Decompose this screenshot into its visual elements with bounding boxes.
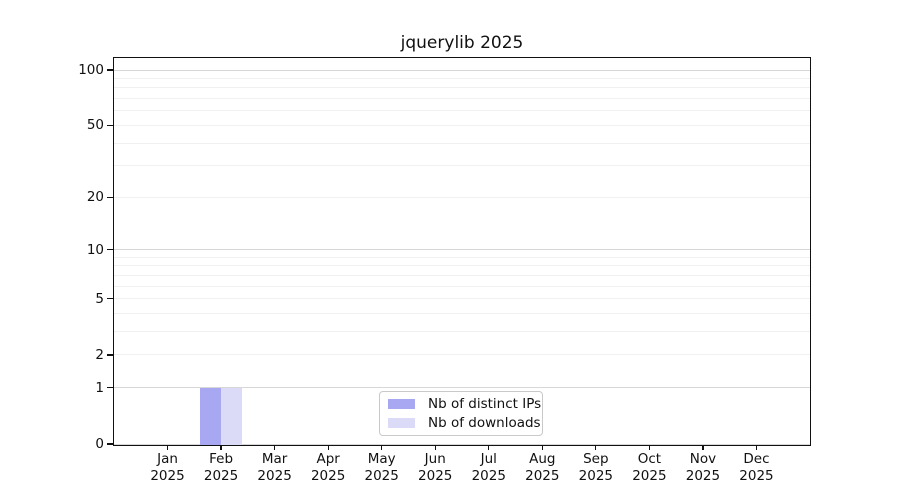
x-tick-label: Apr 2025	[310, 451, 346, 484]
gridline-major	[114, 249, 810, 251]
y-tick-label: 20	[86, 189, 104, 206]
y-tick	[107, 387, 114, 389]
y-tick-label: 2	[95, 346, 104, 363]
x-tick-label: Mar 2025	[257, 451, 292, 484]
legend: Nb of distinct IPs Nb of downloads	[379, 391, 543, 436]
gridline-minor	[114, 124, 810, 126]
x-tick	[327, 445, 329, 450]
chart-figure: jquerylib 2025 0 1 2 5 10 20 50 100 Jan 2025 Feb…	[0, 0, 900, 500]
x-tick-label: Nov 2025	[685, 451, 721, 484]
x-tick-label: Dec 2025	[739, 451, 774, 484]
legend-swatch-nb-of-distinct-ips	[388, 398, 415, 409]
y-tick-label: 10	[86, 241, 104, 258]
gridline-major	[114, 69, 810, 71]
x-tick	[166, 445, 169, 450]
y-tick	[107, 298, 114, 300]
x-tick	[273, 445, 276, 450]
legend-label: Nb of downloads	[428, 415, 541, 432]
x-tick-label: Jun 2025	[418, 451, 453, 484]
gridline-minor	[114, 142, 810, 144]
y-tick	[107, 196, 114, 198]
x-tick	[488, 445, 490, 450]
x-tick	[220, 445, 222, 450]
gridline-minor	[114, 354, 810, 356]
x-tick	[755, 445, 758, 450]
y-tick-label: 5	[95, 290, 104, 307]
gridline-minor	[114, 77, 810, 79]
gridline-minor	[114, 165, 810, 167]
y-tick	[107, 69, 114, 71]
legend-swatch-nb-of-downloads	[388, 418, 415, 429]
gridline-minor	[114, 265, 810, 267]
x-tick-label: Jul 2025	[471, 451, 506, 484]
x-tick	[648, 445, 651, 450]
legend-label: Nb of distinct IPs	[428, 395, 542, 412]
x-tick-label: Sep 2025	[578, 451, 614, 484]
gridline-minor	[114, 298, 810, 300]
y-tick-label: 50	[86, 117, 104, 134]
gridline-minor	[114, 196, 810, 198]
gridline-minor	[114, 98, 810, 100]
gridline-minor	[114, 110, 810, 112]
bar-nb-of-distinct-ips	[199, 387, 222, 445]
x-tick-label: Jan 2025	[150, 451, 185, 484]
y-tick	[107, 354, 114, 356]
gridline-minor	[114, 256, 810, 258]
y-tick	[107, 124, 114, 127]
x-tick-label: Feb 2025	[203, 451, 239, 484]
bar-nb-of-downloads	[221, 387, 243, 445]
x-tick	[595, 445, 597, 450]
x-tick	[702, 445, 704, 450]
gridline-minor	[114, 285, 810, 287]
x-tick-label: May 2025	[364, 451, 399, 484]
plot-area	[114, 58, 810, 445]
gridline-minor	[114, 313, 810, 315]
y-tick-label: 100	[78, 62, 104, 78]
y-tick-label: 0	[95, 436, 104, 452]
gridline-minor	[114, 331, 810, 333]
y-tick	[107, 443, 114, 445]
x-tick	[381, 445, 383, 450]
chart-title: jquerylib 2025	[400, 33, 524, 53]
gridline-minor	[114, 87, 810, 89]
x-tick	[541, 445, 543, 450]
x-tick-label: Aug 2025	[525, 451, 560, 484]
legend-item: Nb of distinct IPs	[380, 394, 542, 414]
y-tick	[107, 249, 114, 251]
legend-item: Nb of downloads	[380, 414, 542, 434]
x-tick	[434, 445, 436, 450]
gridline-minor	[114, 274, 810, 276]
y-tick-label: 1	[95, 379, 104, 396]
x-tick-label: Oct 2025	[632, 451, 667, 484]
